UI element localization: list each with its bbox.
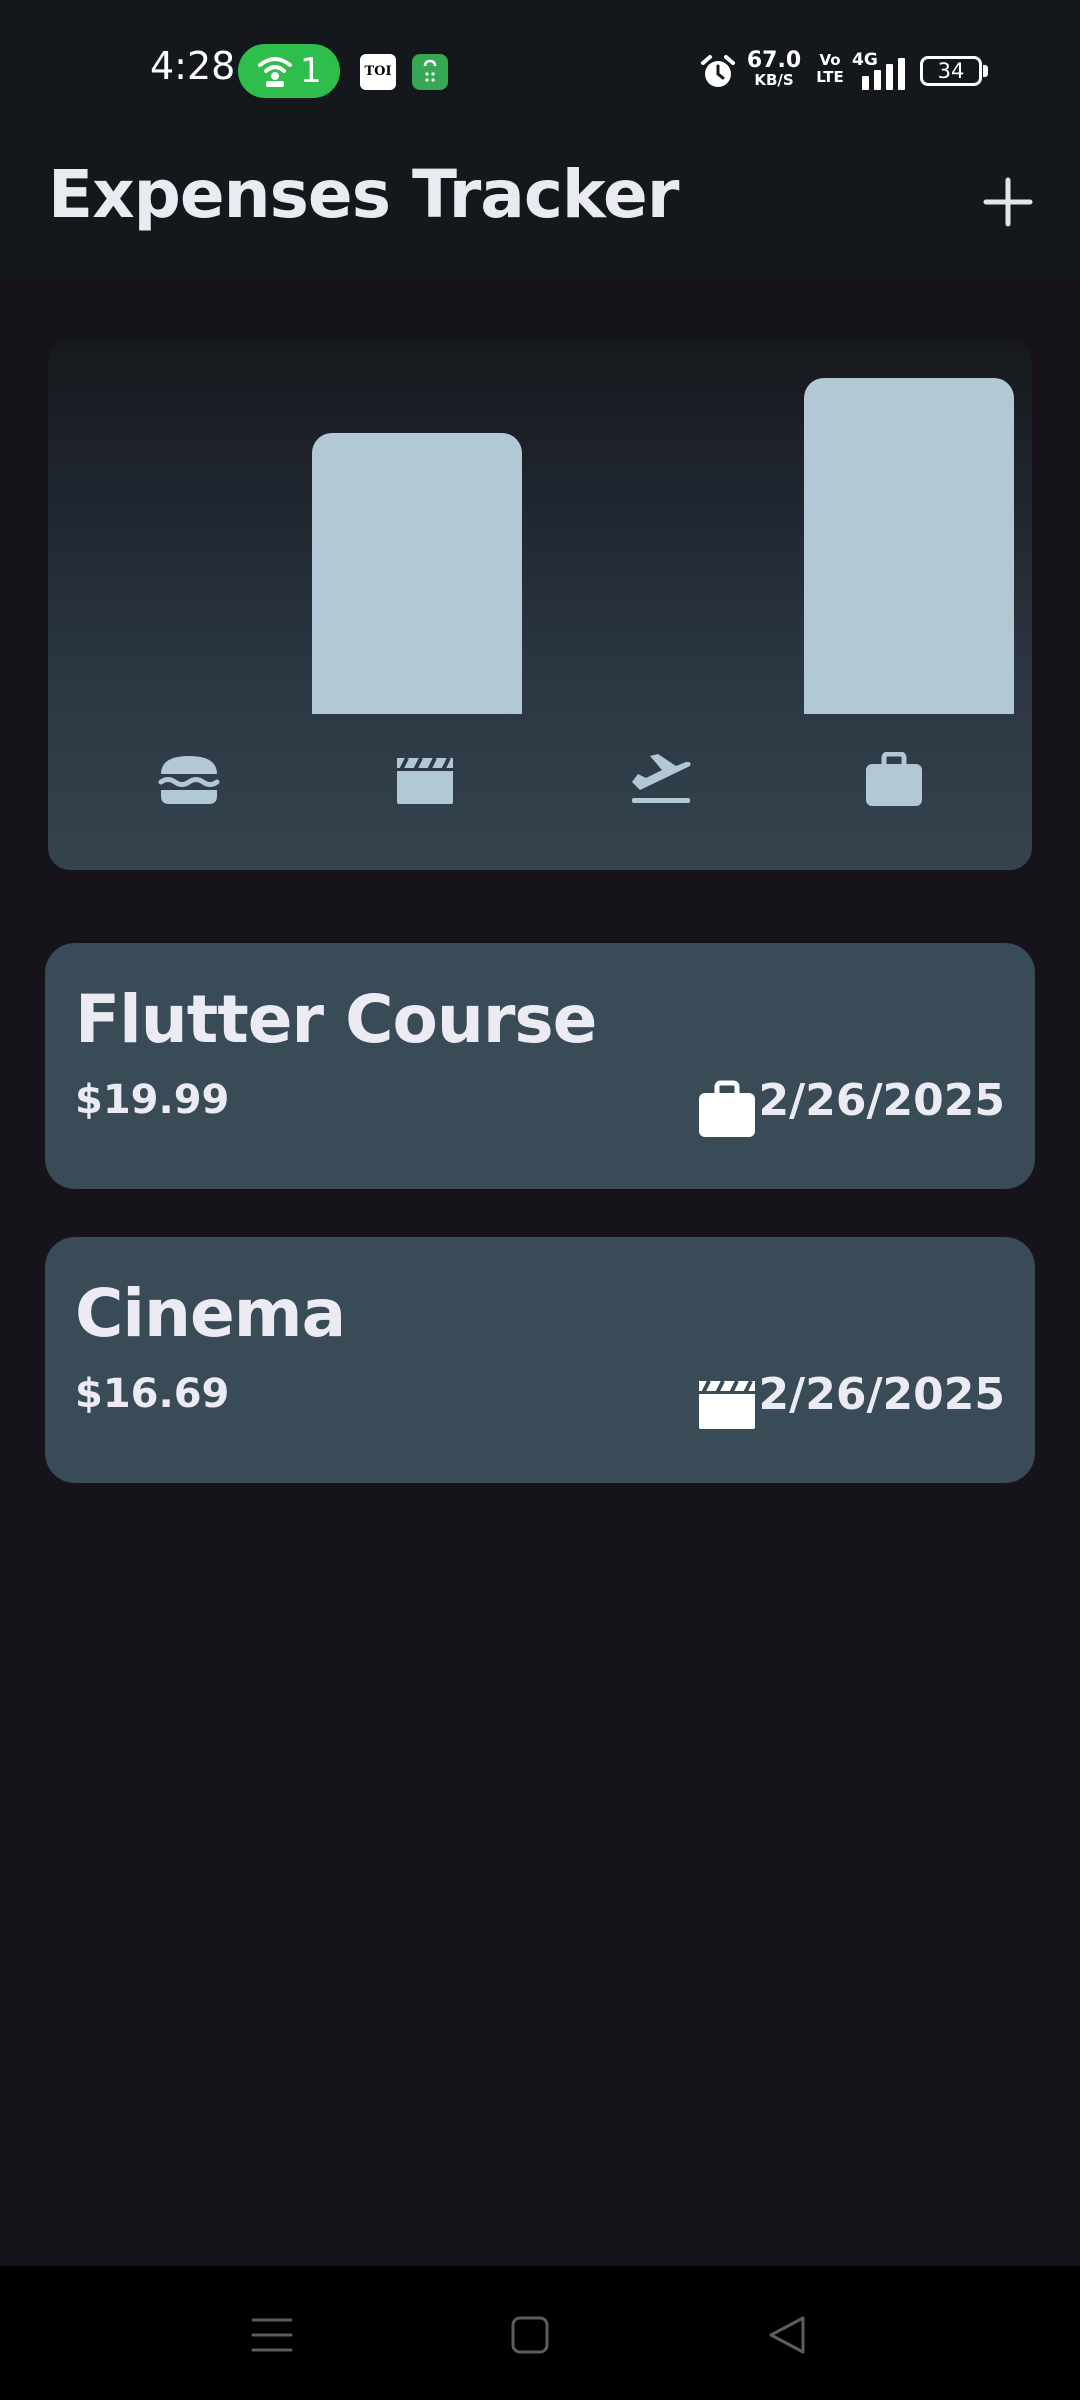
page-title: Expenses Tracker (48, 156, 679, 233)
home-square-icon[interactable] (505, 2310, 555, 2360)
status-bar: 4:28 1 TOI 67.0 KB/S Vo LTE 4G 34 (0, 0, 1080, 120)
shopping-bag-icon (412, 54, 448, 90)
toi-app-icon: TOI (360, 54, 396, 90)
hotspot-icon (258, 57, 292, 87)
expense-item[interactable]: Flutter Course $19.99 2/26/2025 (45, 943, 1035, 1189)
expense-chart (48, 340, 1032, 870)
menu-icon[interactable] (247, 2310, 297, 2360)
chart-bar-leisure (312, 433, 522, 714)
expense-title: Cinema (75, 1275, 346, 1352)
status-time: 4:28 (150, 44, 236, 88)
battery-level: 34 (920, 56, 982, 86)
volte-indicator: Vo LTE (816, 52, 844, 86)
airplane-departure-icon (632, 754, 691, 803)
alarm-icon (701, 55, 735, 87)
briefcase-icon (699, 1080, 755, 1137)
network-speed-value: 67.0 (746, 48, 802, 73)
expense-item[interactable]: Cinema $16.69 2/26/2025 (45, 1237, 1035, 1483)
system-nav-bar (0, 2266, 1080, 2400)
burger-icon (158, 756, 220, 804)
hotspot-pill[interactable]: 1 (238, 44, 340, 98)
volte-bottom: LTE (816, 68, 844, 86)
volte-top: Vo (819, 51, 841, 69)
network-speed: 67.0 KB/S (744, 48, 804, 89)
clapperboard-icon (699, 1380, 755, 1429)
expense-date: 2/26/2025 (758, 1369, 1005, 1420)
chart-bars (48, 340, 1032, 714)
app-bar: Expenses Tracker (0, 120, 1080, 280)
expense-amount: $19.99 (75, 1077, 230, 1123)
back-triangle-icon[interactable] (763, 2310, 813, 2360)
signal-strength-icon (862, 58, 905, 90)
battery-tip (983, 65, 988, 77)
hotspot-count: 1 (300, 51, 322, 91)
expense-title: Flutter Course (75, 981, 597, 1058)
expense-date: 2/26/2025 (758, 1075, 1005, 1126)
chart-bar-work (804, 378, 1014, 714)
network-speed-unit: KB/S (754, 71, 794, 89)
clapperboard-icon (397, 757, 453, 804)
expense-amount: $16.69 (75, 1371, 230, 1417)
briefcase-icon (866, 752, 922, 806)
plus-icon[interactable] (976, 170, 1040, 234)
